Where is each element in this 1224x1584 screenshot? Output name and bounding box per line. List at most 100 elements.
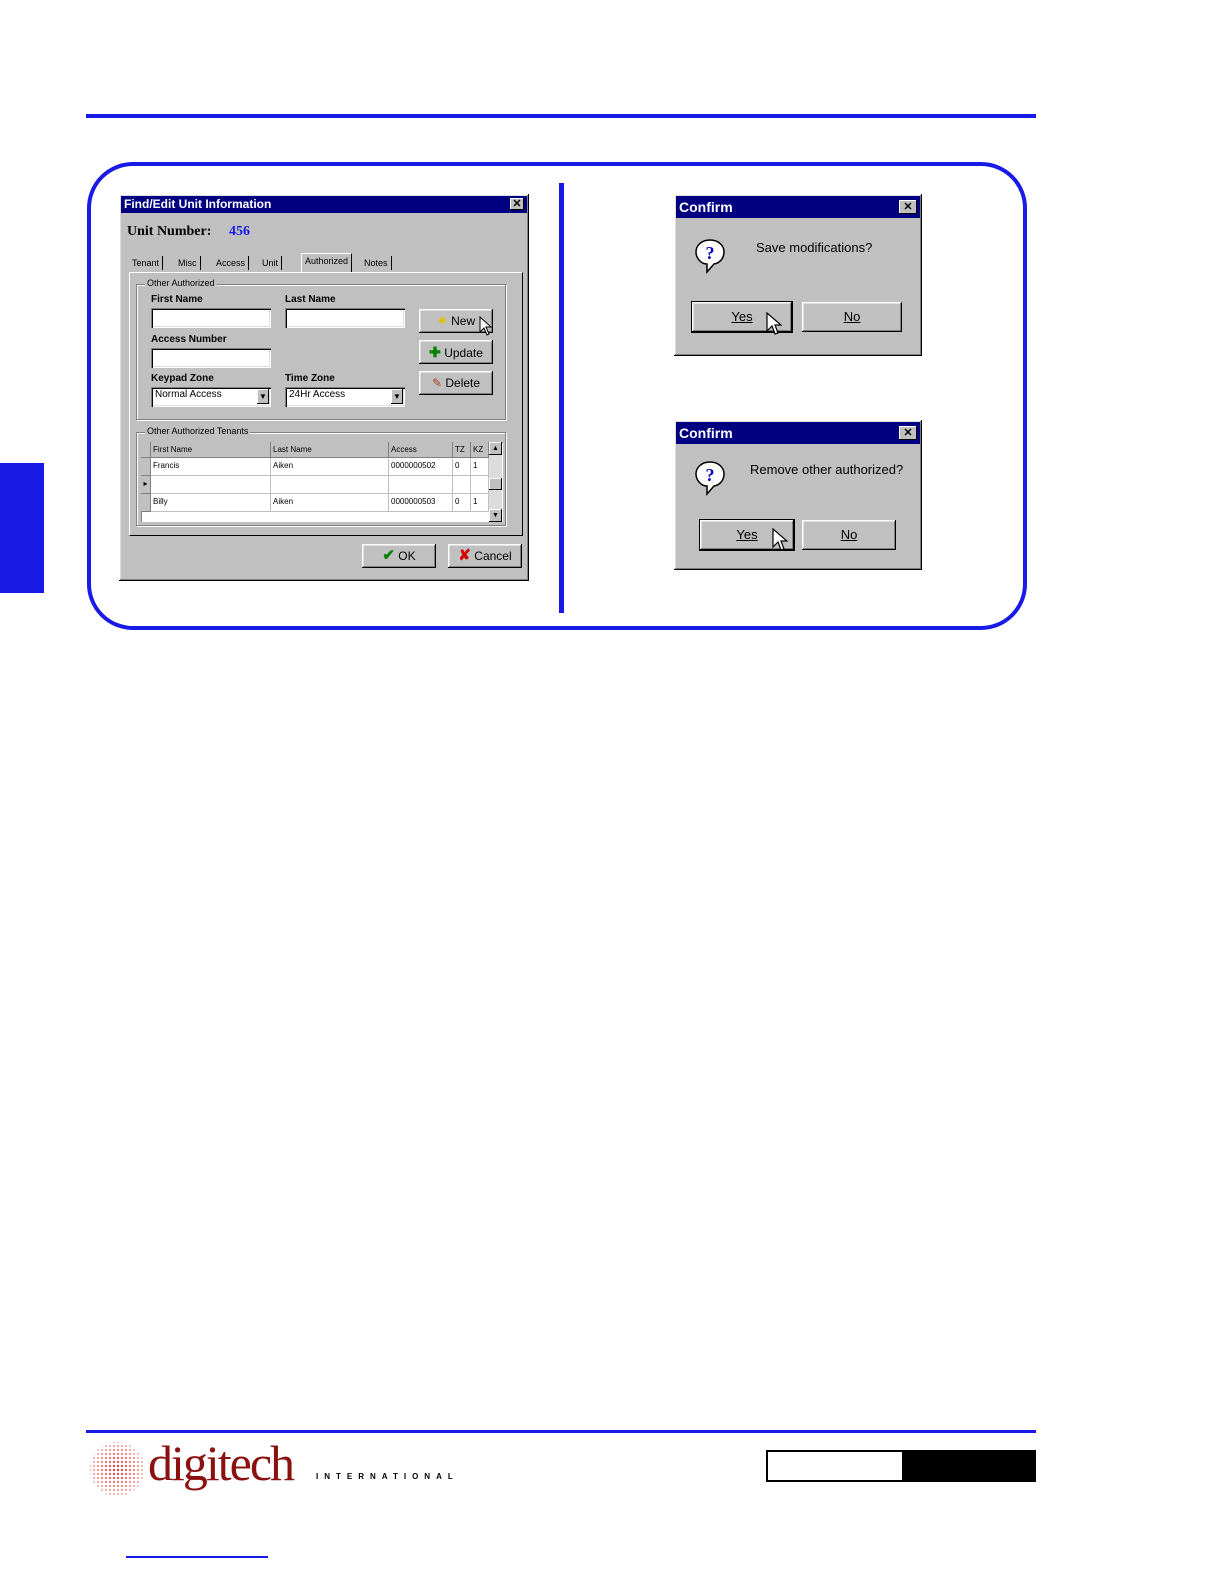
time-zone-select[interactable]: 24Hr Access ▼ (285, 387, 405, 407)
grid-scrollbar[interactable]: ▲ ▼ (489, 442, 502, 522)
confirm-save-message: Save modifications? (756, 240, 873, 255)
page-number-box (766, 1450, 1036, 1482)
close-icon[interactable]: ✕ (510, 198, 524, 210)
table-cell[interactable] (151, 476, 271, 494)
tab-notes[interactable]: Notes (361, 256, 392, 270)
last-name-field[interactable] (285, 308, 405, 328)
access-number-label: Access Number (151, 334, 227, 345)
tab-strip: Tenant Misc Access Unit Authorized Notes (129, 253, 419, 272)
svg-text:?: ? (706, 465, 715, 485)
confirm-remove-yes-label: Yes (736, 527, 758, 542)
globe-logo-icon (90, 1442, 144, 1496)
confirm-save-dialog: Confirm ✕ ? Save modifications? Yes No (674, 194, 922, 356)
tab-tenant[interactable]: Tenant (129, 256, 164, 270)
grid-header-tz[interactable]: TZ (453, 442, 471, 458)
table-cell[interactable]: Aiken (271, 494, 389, 512)
table-cell[interactable]: 1 (471, 458, 489, 476)
table-cell[interactable]: Billy (151, 494, 271, 512)
keypad-zone-select[interactable]: Normal Access ▼ (151, 387, 271, 407)
tenants-grid[interactable]: ▸ First Name Last Name Access TZ KZ Fran… (141, 442, 503, 522)
close-icon[interactable]: ✕ (899, 426, 917, 440)
eraser-icon: ✎ (431, 376, 443, 390)
x-icon: ✘ (458, 547, 471, 564)
svg-text:?: ? (706, 243, 715, 263)
time-zone-value: 24Hr Access (289, 389, 346, 400)
ok-button-label: OK (398, 549, 416, 563)
confirm-save-title: Confirm (679, 199, 733, 215)
question-icon: ? (694, 238, 726, 274)
first-name-field[interactable] (151, 308, 271, 328)
grid-row-indicator[interactable] (141, 458, 151, 476)
delete-button[interactable]: ✎ Delete (419, 371, 493, 395)
confirm-remove-no-button[interactable]: No (802, 520, 896, 550)
confirm-remove-message: Remove other authorized? (750, 462, 904, 477)
unit-number-label: Unit Number: (127, 224, 212, 239)
other-authorized-tenants-group-label: Other Authorized Tenants (145, 426, 251, 436)
scroll-down-icon[interactable]: ▼ (489, 509, 502, 522)
tab-misc[interactable]: Misc (175, 256, 201, 270)
update-button[interactable]: ✚ Update (419, 340, 493, 364)
grid-header-last-name[interactable]: Last Name (271, 442, 389, 458)
other-authorized-group-label: Other Authorized (145, 278, 217, 288)
chevron-down-icon[interactable]: ▼ (257, 389, 269, 404)
confirm-remove-title: Confirm (679, 425, 733, 441)
table-cell[interactable]: 0 (453, 458, 471, 476)
find-edit-unit-dialog: Find/Edit Unit Information ✕ Unit Number… (119, 194, 529, 581)
table-cell[interactable] (453, 476, 471, 494)
logo-subtitle: INTERNATIONAL (316, 1472, 459, 1481)
confirm-save-yes-label: Yes (731, 309, 753, 324)
table-cell[interactable] (389, 476, 453, 494)
table-cell[interactable]: 0000000502 (389, 458, 453, 476)
delete-button-label: Delete (445, 376, 481, 390)
dialog-title: Find/Edit Unit Information (124, 197, 272, 211)
checkmark-icon: ✔ (382, 547, 395, 564)
cancel-button[interactable]: ✘ Cancel (448, 544, 522, 568)
tab-authorized[interactable]: Authorized (301, 253, 353, 272)
tab-unit[interactable]: Unit (259, 256, 283, 270)
grid-header-first-name[interactable]: First Name (151, 442, 271, 458)
confirm-save-no-button[interactable]: No (802, 302, 902, 332)
last-name-label: Last Name (285, 294, 336, 305)
update-button-label: Update (444, 346, 483, 360)
frame-divider (559, 183, 564, 613)
chevron-down-icon[interactable]: ▼ (391, 389, 403, 404)
table-cell[interactable]: 1 (471, 494, 489, 512)
table-cell[interactable] (271, 476, 389, 494)
grid-corner (141, 442, 151, 458)
confirm-save-no-label: No (843, 309, 861, 324)
table-cell[interactable]: Francis (151, 458, 271, 476)
chapter-side-tab (0, 463, 44, 593)
tab-access[interactable]: Access (213, 256, 250, 270)
page-number-left (766, 1450, 904, 1482)
first-name-label: First Name (151, 294, 203, 305)
top-rule (86, 114, 1036, 118)
footer-link-underline (126, 1556, 268, 1558)
question-icon: ? (694, 460, 726, 496)
star-icon: ✷ (436, 313, 448, 328)
dialog-title-bar[interactable]: Find/Edit Unit Information ✕ (121, 196, 527, 213)
confirm-save-title-bar[interactable]: Confirm ✕ (676, 196, 920, 218)
digitech-logo: digitech INTERNATIONAL (88, 1435, 488, 1498)
table-cell[interactable] (471, 476, 489, 494)
grid-row-indicator[interactable] (141, 494, 151, 512)
grid-header-access[interactable]: Access (389, 442, 453, 458)
access-number-field[interactable] (151, 348, 271, 368)
grid-header-kz[interactable]: KZ (471, 442, 489, 458)
logo-wordmark: digitech (148, 1435, 295, 1491)
confirm-remove-title-bar[interactable]: Confirm ✕ (676, 422, 920, 444)
scroll-up-icon[interactable]: ▲ (489, 442, 502, 455)
confirm-remove-no-label: No (840, 527, 858, 542)
keypad-zone-value: Normal Access (155, 389, 222, 400)
unit-number-value: 456 (229, 224, 250, 239)
cancel-button-label: Cancel (474, 549, 512, 563)
scroll-thumb[interactable] (489, 478, 502, 490)
table-cell[interactable]: 0 (453, 494, 471, 512)
keypad-zone-label: Keypad Zone (151, 373, 214, 384)
table-cell[interactable]: 0000000503 (389, 494, 453, 512)
confirm-remove-dialog: Confirm ✕ ? Remove other authorized? Yes… (674, 420, 922, 570)
grid-row-indicator[interactable]: ▸ (141, 476, 151, 494)
table-cell[interactable]: Aiken (271, 458, 389, 476)
close-icon[interactable]: ✕ (899, 200, 917, 214)
page-number-right (902, 1450, 1036, 1482)
ok-button[interactable]: ✔ OK (362, 544, 436, 568)
